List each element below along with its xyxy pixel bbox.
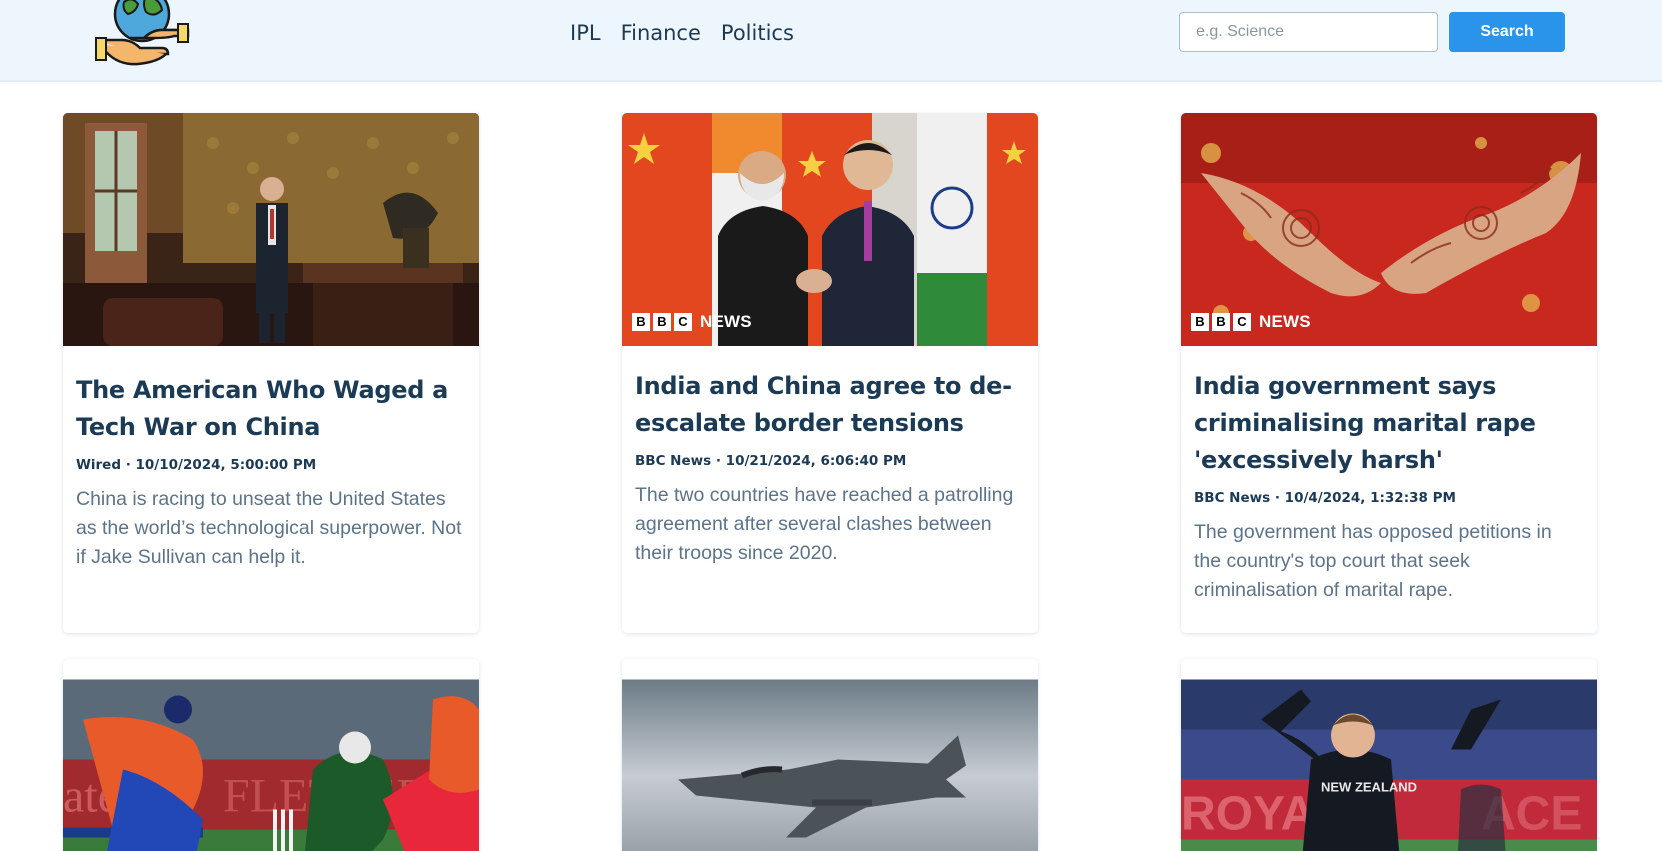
news-card[interactable]: The American Who Waged a Tech War on Chi…: [63, 113, 479, 633]
svg-text:NEW ZEALAND: NEW ZEALAND: [1321, 780, 1417, 795]
news-card[interactable]: B B C NEWS India and China agree to de-e…: [622, 113, 1038, 633]
news-card[interactable]: [622, 659, 1038, 851]
search-button[interactable]: Search: [1449, 12, 1565, 52]
bbc-news-logo: B B C NEWS: [1191, 312, 1311, 332]
cricketer-appeal-photo: ROYAL ACE NEW ZEALAND: [1181, 679, 1597, 851]
man-in-suit-in-ornate-office-photo: [63, 113, 479, 346]
article-title[interactable]: India and China agree to de-escalate bor…: [635, 368, 1025, 442]
news-card[interactable]: B B C NEWS India government says crimina…: [1181, 113, 1597, 633]
nav-link-ipl[interactable]: IPL: [570, 16, 601, 50]
leaders-handshake-with-flags-photo: B B C NEWS: [622, 113, 1038, 346]
news-card[interactable]: ates FLETTER: [63, 659, 479, 851]
article-title[interactable]: India government says criminalising mari…: [1194, 368, 1584, 479]
nav-link-finance[interactable]: Finance: [621, 16, 701, 50]
article-meta: BBC News · 10/4/2024, 1:32:38 PM: [1194, 490, 1456, 506]
article-description: China is racing to unseat the United Sta…: [76, 488, 462, 568]
globe-in-hands-logo[interactable]: [94, 0, 190, 68]
article-title[interactable]: The American Who Waged a Tech War on Chi…: [76, 372, 466, 446]
article-meta: BBC News · 10/21/2024, 6:06:40 PM: [635, 453, 907, 469]
bbc-news-logo: B B C NEWS: [632, 312, 752, 332]
fighter-jet-photo: [622, 679, 1038, 851]
nav-link-politics[interactable]: Politics: [721, 16, 794, 50]
main-nav: IPL Finance Politics: [570, 16, 794, 50]
news-card[interactable]: ROYAL ACE NEW ZEALAND: [1181, 659, 1597, 851]
search-input[interactable]: [1179, 12, 1438, 52]
article-description: The government has opposed petitions in …: [1194, 521, 1552, 601]
cricket-match-photo: ates FLETTER: [63, 679, 479, 851]
article-description: The two countries have reached a patroll…: [635, 484, 1014, 564]
article-meta: Wired · 10/10/2024, 5:00:00 PM: [76, 457, 317, 473]
top-navbar: IPL Finance Politics Search: [0, 0, 1662, 82]
henna-hands-bridal-photo: B B C NEWS: [1181, 113, 1597, 346]
